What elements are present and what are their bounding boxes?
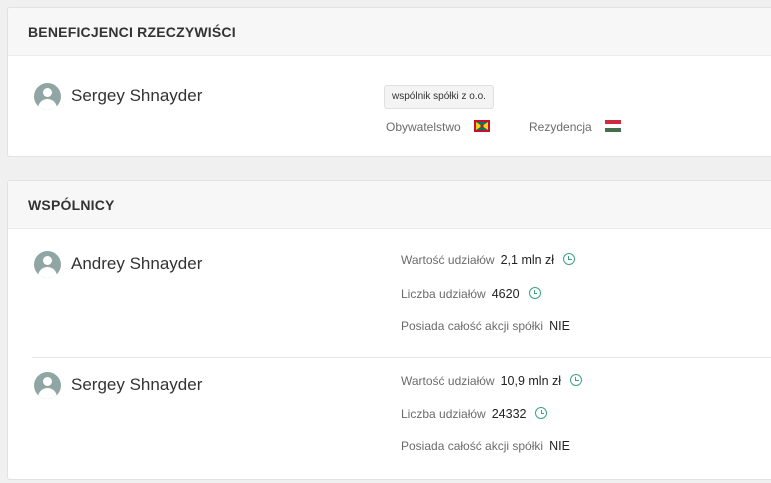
- clock-icon[interactable]: [563, 253, 576, 265]
- divider: [32, 357, 771, 358]
- full-ownership-label: Posiada całość akcji spółki: [401, 319, 544, 333]
- clock-icon[interactable]: [528, 287, 541, 299]
- citizenship-row: Obywatelstwo: [386, 120, 491, 134]
- share-count-row: Liczba udziałów 4620: [401, 287, 541, 301]
- full-ownership-row: Posiada całość akcji spółki NIE: [401, 439, 570, 453]
- partner-name[interactable]: Andrey Shnayder: [71, 254, 202, 274]
- full-ownership-value: NIE: [549, 319, 570, 333]
- user-avatar-icon: [34, 372, 61, 399]
- beneficiaries-card: BENEFICJENCI RZECZYWIŚCI Sergey Shnayder…: [7, 7, 771, 157]
- partner-name[interactable]: Sergey Shnayder: [71, 375, 202, 395]
- residence-row: Rezydencja: [529, 120, 622, 134]
- share-count-row: Liczba udziałów 24332: [401, 407, 548, 421]
- share-count: 24332: [491, 407, 527, 421]
- beneficiaries-title: BENEFICJENCI RZECZYWIŚCI: [8, 8, 771, 56]
- clock-icon[interactable]: [570, 374, 583, 386]
- full-ownership-value: NIE: [549, 439, 570, 453]
- beneficiary-name[interactable]: Sergey Shnayder: [71, 86, 202, 106]
- share-value-label: Wartość udziałów: [401, 374, 495, 388]
- full-ownership-label: Posiada całość akcji spółki: [401, 439, 544, 453]
- clock-icon[interactable]: [535, 407, 548, 419]
- share-value: 2,1 mln zł: [500, 253, 555, 267]
- citizenship-label: Obywatelstwo: [386, 120, 461, 134]
- user-avatar-icon: [34, 251, 61, 278]
- residence-label: Rezydencja: [529, 120, 592, 134]
- user-avatar-icon: [34, 83, 61, 110]
- share-count: 4620: [491, 287, 520, 301]
- share-value-label: Wartość udziałów: [401, 253, 495, 267]
- grenada-flag-icon: [474, 120, 491, 132]
- role-tag: wspólnik spółki z o.o.: [384, 85, 494, 109]
- partners-title: WSPÓLNICY: [8, 181, 771, 229]
- partners-card: WSPÓLNICY Andrey Shnayder Wartość udział…: [7, 180, 771, 480]
- share-count-label: Liczba udziałów: [401, 407, 486, 421]
- share-value-row: Wartość udziałów 10,9 mln zł: [401, 374, 583, 388]
- share-value-row: Wartość udziałów 2,1 mln zł: [401, 253, 576, 267]
- share-count-label: Liczba udziałów: [401, 287, 486, 301]
- hungary-flag-icon: [605, 120, 622, 132]
- full-ownership-row: Posiada całość akcji spółki NIE: [401, 319, 570, 333]
- share-value: 10,9 mln zł: [500, 374, 562, 388]
